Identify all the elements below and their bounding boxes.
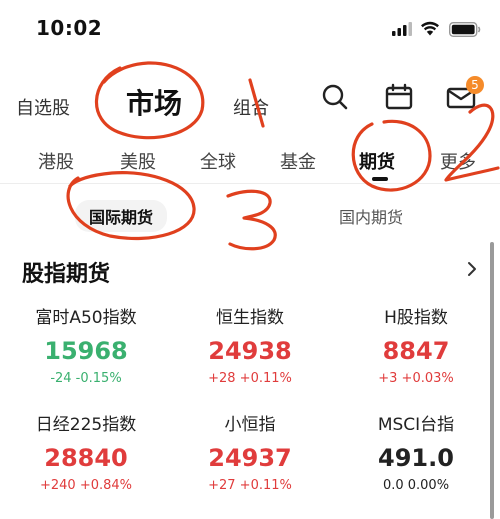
index-change: +28 +0.11%	[208, 371, 292, 386]
tab-portfolio[interactable]: 组合	[233, 94, 269, 120]
index-card[interactable]: 恒生指数 24938 +28 +0.11%	[170, 305, 330, 410]
index-card[interactable]: H股指数 8847 +3 +0.03%	[336, 305, 496, 410]
battery-icon	[449, 22, 481, 37]
index-price: 491.0	[378, 444, 454, 472]
chevron-right-icon[interactable]	[466, 261, 478, 277]
notification-badge: 5	[466, 76, 484, 94]
calendar-icon[interactable]	[384, 82, 414, 112]
status-bar: 10:02	[0, 0, 500, 60]
status-time: 10:02	[36, 16, 103, 40]
index-name: 恒生指数	[216, 308, 284, 328]
tab-futures[interactable]: 期货	[359, 148, 395, 174]
index-name: 日经225指数	[35, 415, 137, 435]
index-name: 富时A50指数	[35, 308, 137, 328]
tab-watchlist[interactable]: 自选股	[16, 94, 70, 120]
tab-hk-stocks[interactable]: 港股	[38, 148, 74, 174]
section-header[interactable]: 股指期货	[0, 248, 490, 288]
index-change: +240 +0.84%	[39, 478, 133, 493]
index-price: 28840	[44, 444, 128, 472]
subtab-domestic-futures[interactable]: 国内期货	[339, 204, 403, 228]
index-name: MSCI台指	[377, 415, 455, 435]
cellular-signal-icon	[392, 22, 412, 36]
subtab-international-futures[interactable]: 国际期货	[75, 200, 168, 232]
tab-global[interactable]: 全球	[200, 148, 236, 174]
index-change: +27 +0.11%	[208, 478, 292, 493]
index-card[interactable]: MSCI台指 491.0 0.0 0.00%	[336, 412, 496, 517]
index-price: 24937	[208, 444, 292, 472]
wifi-icon	[421, 21, 439, 36]
index-name: 小恒指	[224, 415, 276, 435]
index-change: -24 -0.15%	[50, 371, 122, 386]
index-name: H股指数	[384, 308, 448, 328]
top-nav: 自选股 市场 组合 5	[0, 70, 500, 140]
futures-sub-tabs: 国际期货 国内期货	[0, 196, 500, 236]
index-price: 24938	[208, 337, 292, 365]
tab-more[interactable]: 更多	[440, 148, 476, 174]
index-card[interactable]: 富时A50指数 15968 -24 -0.15%	[6, 305, 166, 410]
index-price: 8847	[382, 337, 450, 365]
index-card[interactable]: 日经225指数 28840 +240 +0.84%	[6, 412, 166, 517]
active-tab-indicator	[372, 177, 388, 181]
section-title: 股指期货	[22, 262, 111, 287]
index-card[interactable]: 小恒指 24937 +27 +0.11%	[170, 412, 330, 517]
tab-market[interactable]: 市场	[126, 82, 182, 122]
index-change: +3 +0.03%	[378, 371, 454, 386]
market-tabs: 港股 美股 全球 基金 期货 更多	[0, 140, 500, 184]
tab-us-stocks[interactable]: 美股	[120, 148, 156, 174]
search-icon[interactable]	[320, 82, 350, 112]
index-price: 15968	[44, 337, 128, 365]
index-change: 0.0 0.00%	[382, 478, 450, 493]
tab-funds[interactable]: 基金	[280, 148, 316, 174]
